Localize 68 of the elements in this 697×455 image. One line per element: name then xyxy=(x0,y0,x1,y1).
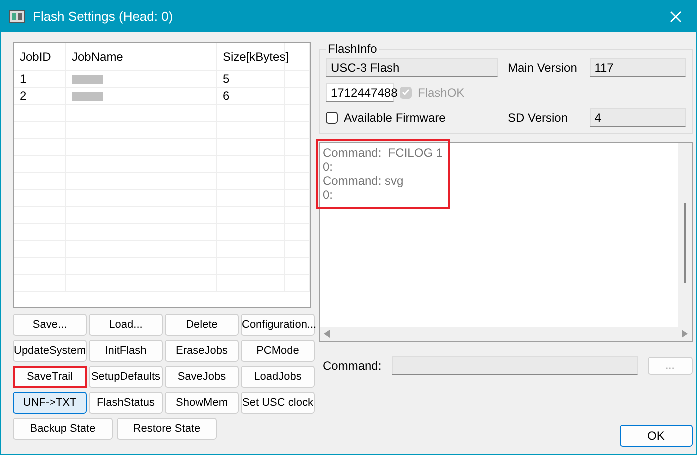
action-button[interactable]: UpdateSystem xyxy=(13,340,87,362)
table-cell: 5 xyxy=(217,71,285,88)
table-cell: 1 xyxy=(14,71,66,88)
empty-table-cell xyxy=(285,258,310,275)
column-header: JobName xyxy=(66,43,217,71)
checkmark-icon xyxy=(402,89,410,96)
main-version-label: Main Version xyxy=(508,60,578,74)
command-field[interactable] xyxy=(392,356,638,375)
sd-version-label: SD Version xyxy=(508,110,570,124)
redacted-block xyxy=(72,74,103,84)
empty-table-cell xyxy=(285,122,310,139)
empty-table-cell xyxy=(14,122,66,139)
empty-table-cell xyxy=(14,173,66,190)
empty-table-cell xyxy=(285,156,310,173)
command-label: Command: xyxy=(323,358,382,372)
action-button[interactable]: Configuration... xyxy=(241,314,315,336)
action-button[interactable]: SaveJobs xyxy=(165,366,239,388)
action-button[interactable]: LoadJobs xyxy=(241,366,315,388)
checkbox[interactable] xyxy=(326,112,338,124)
group-title: FlashInfo xyxy=(327,42,378,56)
highlighted-button[interactable]: SaveTrail xyxy=(13,366,87,388)
device-field: USC-3 Flash xyxy=(326,58,498,77)
action-button[interactable]: Backup State xyxy=(13,418,113,440)
empty-table-cell xyxy=(285,224,310,241)
empty-table-cell xyxy=(14,224,66,241)
column-header: JobID xyxy=(14,43,66,71)
empty-table-cell xyxy=(285,173,310,190)
empty-table-cell xyxy=(285,190,310,207)
scroll-left-icon[interactable] xyxy=(324,330,330,338)
action-button[interactable]: PCMode xyxy=(241,340,315,362)
action-button[interactable]: Delete xyxy=(165,314,239,336)
ok-button[interactable]: OK xyxy=(620,425,693,447)
action-button[interactable]: SetupDefaults xyxy=(89,366,163,388)
empty-table-cell xyxy=(14,105,66,122)
checkbox-label: Available Firmware xyxy=(344,110,446,124)
action-button[interactable]: FlashStatus xyxy=(89,392,163,414)
empty-table-cell xyxy=(285,275,310,292)
action-button[interactable]: Set USC clock xyxy=(241,392,315,414)
app-icon xyxy=(9,10,25,23)
empty-table-cell xyxy=(14,241,66,258)
empty-table-cell xyxy=(285,241,310,258)
action-button[interactable]: ShowMem xyxy=(165,392,239,414)
table-cell: 6 xyxy=(217,88,285,105)
action-button[interactable]: Restore State xyxy=(117,418,217,440)
empty-table-cell xyxy=(285,139,310,156)
scroll-right-icon[interactable] xyxy=(682,330,688,338)
empty-table-cell xyxy=(14,275,66,292)
action-button[interactable]: Save... xyxy=(13,314,87,336)
empty-table-cell xyxy=(285,207,310,224)
empty-table-cell xyxy=(285,88,310,105)
empty-table-cell xyxy=(14,258,66,275)
action-button[interactable]: UNF->TXT xyxy=(13,392,87,414)
sd-version-field: 4 xyxy=(590,108,686,127)
action-button[interactable]: Load... xyxy=(89,314,163,336)
main-version-field: 117 xyxy=(590,58,686,77)
action-button[interactable]: InitFlash xyxy=(89,340,163,362)
empty-table-cell xyxy=(14,139,66,156)
close-icon[interactable] xyxy=(670,10,682,22)
action-button[interactable]: EraseJobs xyxy=(165,340,239,362)
redacted-block xyxy=(72,92,103,100)
empty-table-cell xyxy=(14,190,66,207)
checkbox-label: FlashOK xyxy=(418,86,465,100)
window-title: Flash Settings (Head: 0) xyxy=(33,9,174,24)
empty-table-cell xyxy=(14,207,66,224)
table-cell: 2 xyxy=(14,88,66,105)
empty-table-cell xyxy=(14,156,66,173)
empty-table-cell xyxy=(285,105,310,122)
empty-table-cell xyxy=(285,71,310,88)
